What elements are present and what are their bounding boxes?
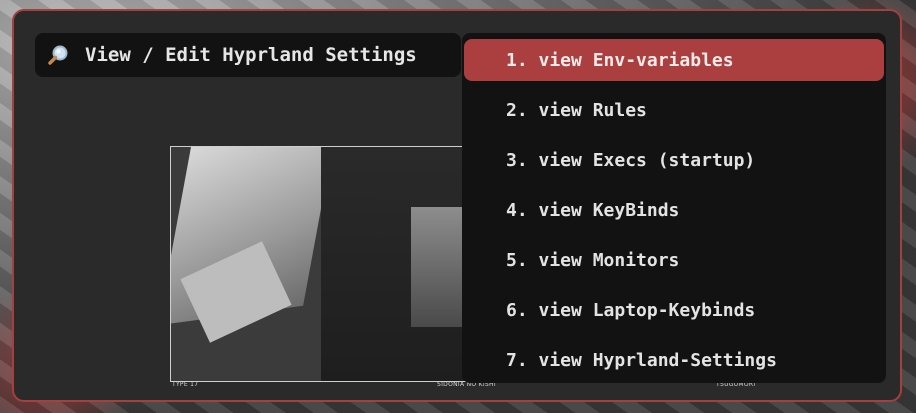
results-list: 1. view Env-variables 2. view Rules 3. v… [462,33,886,383]
preview-caption-left: TYPE 17 [172,381,199,388]
result-label: 5. view Monitors [506,249,680,271]
result-item-laptop-keybinds[interactable]: 6. view Laptop-Keybinds [464,289,884,331]
result-item-monitors[interactable]: 5. view Monitors [464,239,884,281]
search-icon [47,43,71,67]
result-item-hyprland-settings[interactable]: 7. view Hyprland-Settings [464,339,884,381]
result-label: 2. view Rules [506,99,647,121]
result-item-execs[interactable]: 3. view Execs (startup) [464,139,884,181]
result-label: 6. view Laptop-Keybinds [506,299,756,321]
result-label: 4. view KeyBinds [506,199,680,221]
search-bar[interactable]: View / Edit Hyprland Settings [35,33,461,77]
prompt-title: View / Edit Hyprland Settings [85,44,417,66]
result-item-env-variables[interactable]: 1. view Env-variables [464,39,884,81]
result-item-keybinds[interactable]: 4. view KeyBinds [464,189,884,231]
result-label: 7. view Hyprland-Settings [506,349,777,371]
launcher-window: View / Edit Hyprland Settings TYPE 17 SI… [12,9,902,402]
result-label: 1. view Env-variables [506,49,734,71]
result-item-rules[interactable]: 2. view Rules [464,89,884,131]
wallpaper-preview-image [170,146,470,382]
result-label: 3. view Execs (startup) [506,149,756,171]
